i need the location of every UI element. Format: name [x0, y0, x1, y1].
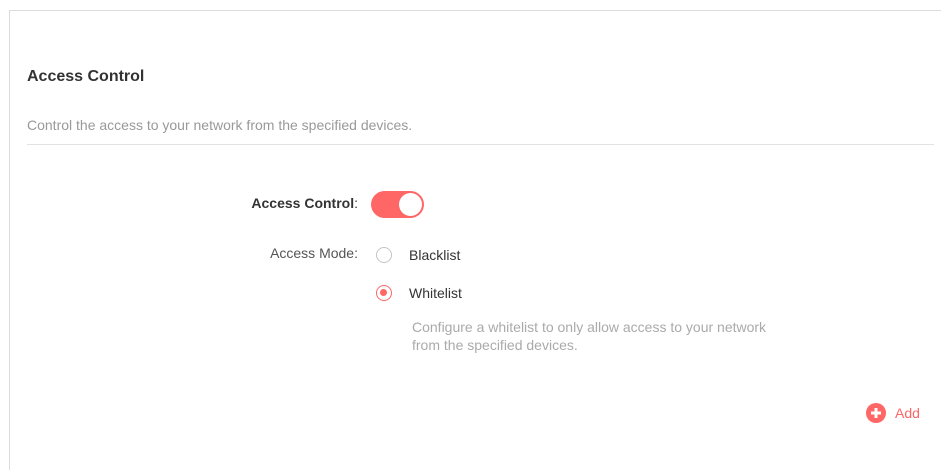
access-control-toggle[interactable]	[371, 191, 424, 218]
section-divider	[27, 144, 934, 145]
section-description: Control the access to your network from …	[27, 117, 413, 133]
section-title: Access Control	[27, 68, 145, 85]
blacklist-radio[interactable]	[376, 247, 392, 263]
whitelist-help-text: Configure a whitelist to only allow acce…	[412, 318, 912, 354]
radio-option-whitelist[interactable]: Whitelist	[376, 285, 462, 301]
access-control-label: Access Control:	[251, 195, 358, 211]
toggle-knob	[399, 193, 422, 216]
access-mode-label: Access Mode:	[270, 245, 358, 261]
whitelist-radio[interactable]	[376, 285, 392, 301]
add-button[interactable]: Add	[866, 403, 920, 423]
plus-circle-icon	[866, 403, 886, 423]
add-label: Add	[895, 405, 920, 421]
help-line-2: from the specified devices.	[412, 337, 578, 353]
blacklist-label: Blacklist	[409, 247, 461, 263]
radio-option-blacklist[interactable]: Blacklist	[376, 247, 460, 263]
whitelist-label: Whitelist	[409, 285, 462, 301]
settings-panel	[9, 10, 941, 470]
help-line-1: Configure a whitelist to only allow acce…	[412, 319, 767, 335]
